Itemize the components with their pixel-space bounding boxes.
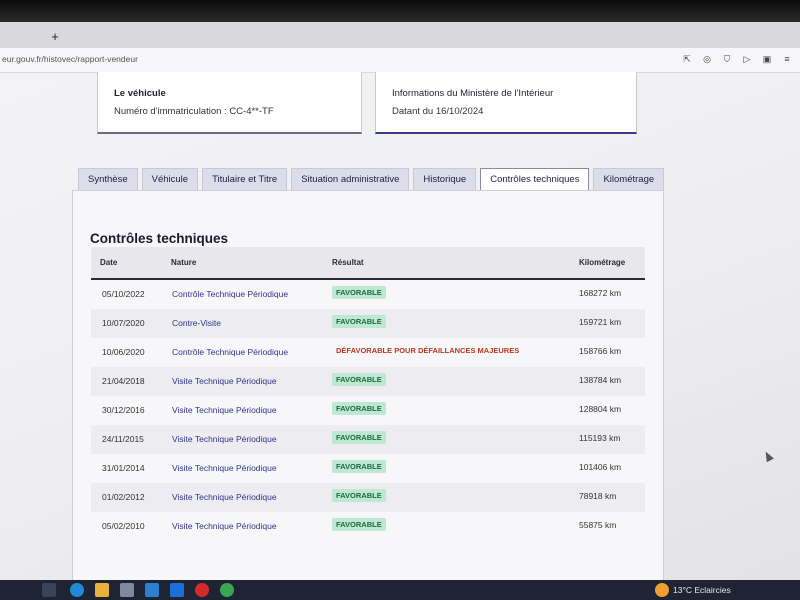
mail-icon[interactable] [145, 583, 159, 597]
cell-date: 21/04/2018 [102, 376, 145, 386]
table-header: Date Nature Résultat Kilométrage [91, 247, 645, 280]
vehicle-card-title: Le véhicule [114, 88, 166, 99]
result-badge: FAVORABLE [332, 315, 386, 328]
tab-historique[interactable]: Historique [413, 168, 477, 190]
table-row: 21/04/2018 Visite Technique Périodique FAV… [91, 367, 645, 396]
task-view-icon[interactable] [42, 583, 56, 597]
column-kilometrage: Kilométrage [579, 258, 626, 267]
table-row: 10/06/2020 Contrôle Technique Périodique D… [91, 338, 645, 367]
tab-titulaire[interactable]: Titulaire et Titre [202, 168, 288, 190]
column-resultat: Résultat [332, 258, 364, 267]
cell-kilometrage: 159721 km [579, 317, 622, 327]
vehicle-card: Le véhicule Numéro d'immatriculation : C… [97, 72, 362, 134]
tab-synthese[interactable]: Synthèse [78, 168, 138, 190]
cell-kilometrage: 101406 km [579, 462, 622, 472]
monitor-bezel [0, 0, 800, 22]
cell-kilometrage: 158766 km [579, 346, 622, 356]
result-badge: FAVORABLE [332, 518, 386, 531]
cell-date: 31/01/2014 [102, 463, 145, 473]
report-date: Datant du 16/10/2024 [392, 106, 484, 117]
result-badge: FAVORABLE [332, 286, 386, 299]
cell-kilometrage: 138784 km [579, 375, 622, 385]
controles-panel: Contrôles techniques Date Nature Résulta… [72, 190, 664, 587]
url-text[interactable]: eur.gouv.fr/histovec/rapport-vendeur [2, 54, 138, 64]
taskbar: 13°C Eclaircies [0, 580, 800, 600]
ministry-card-title: Informations du Ministère de l'Intérieur [392, 88, 554, 99]
cell-kilometrage: 168272 km [579, 288, 622, 298]
cell-nature: Visite Technique Périodique [172, 405, 277, 415]
tab-controles-techniques[interactable]: Contrôles techniques [480, 168, 590, 192]
result-badge: FAVORABLE [332, 489, 386, 502]
result-badge: FAVORABLE [332, 402, 386, 415]
ministry-card: Informations du Ministère de l'Intérieur… [375, 72, 637, 134]
pdf-icon[interactable]: ▣ [762, 54, 772, 65]
cell-nature: Visite Technique Périodique [172, 521, 277, 531]
store-icon[interactable] [120, 583, 134, 597]
share-icon[interactable]: ⇱ [682, 54, 692, 65]
tab-kilometrage[interactable]: Kilométrage [593, 168, 665, 190]
table-row: 31/01/2014 Visite Technique Périodique FAV… [91, 454, 645, 483]
table-row: 05/10/2022 Contrôle Technique Périodique F… [91, 280, 645, 309]
table-row: 05/02/2010 Visite Technique Périodique FAV… [91, 512, 645, 541]
cell-kilometrage: 115193 km [579, 433, 621, 443]
browser-tabstrip [0, 22, 800, 48]
file-explorer-icon[interactable] [95, 583, 109, 597]
cell-kilometrage: 55875 km [579, 520, 617, 530]
cell-kilometrage: 128804 km [579, 404, 622, 414]
panel-title: Contrôles techniques [90, 231, 229, 246]
tab-situation-administrative[interactable]: Situation administrative [291, 168, 410, 190]
result-badge: FAVORABLE [332, 460, 386, 473]
browser-toolbar: ⇱ ◎ ⛉ ▷ ▣ ≡ [682, 54, 792, 65]
result-badge: DÉFAVORABLE POUR DÉFAILLANCES MAJEURES [336, 346, 520, 355]
cell-date: 10/06/2020 [102, 347, 145, 357]
edge-icon[interactable] [70, 583, 84, 597]
camera-icon[interactable]: ◎ [702, 54, 712, 65]
column-date: Date [100, 258, 118, 267]
result-badge: FAVORABLE [332, 431, 386, 444]
cell-nature: Contrôle Technique Périodique [172, 289, 289, 299]
table-row: 30/12/2016 Visite Technique Périodique FAV… [91, 396, 645, 425]
cell-date: 10/07/2020 [102, 318, 145, 328]
cell-nature: Contrôle Technique Périodique [172, 347, 289, 357]
column-nature: Nature [171, 258, 197, 267]
shield-icon[interactable]: ⛉ [722, 54, 732, 65]
cell-kilometrage: 78918 km [579, 491, 617, 501]
cell-date: 30/12/2016 [102, 405, 145, 415]
weather-icon[interactable] [655, 583, 669, 597]
screen: + eur.gouv.fr/histovec/rapport-vendeur ⇱… [0, 0, 800, 600]
weather-text[interactable]: 13°C Eclaircies [673, 585, 731, 595]
cell-nature: Visite Technique Périodique [172, 492, 277, 502]
report-page: Le véhicule Numéro d'immatriculation : C… [0, 72, 800, 587]
opera-icon[interactable] [195, 583, 209, 597]
report-tabs: Synthèse Véhicule Titulaire et Titre Sit… [78, 168, 668, 192]
cell-nature: Visite Technique Périodique [172, 376, 277, 386]
cell-nature: Visite Technique Périodique [172, 434, 277, 444]
tab-vehicule[interactable]: Véhicule [141, 168, 199, 190]
cell-nature: Contre-Visite [172, 318, 221, 328]
chrome-icon[interactable] [220, 583, 234, 597]
table-row: 24/11/2015 Visite Technique Périodique FAV… [91, 425, 645, 454]
result-badge: FAVORABLE [332, 373, 386, 386]
cell-date: 05/10/2022 [102, 289, 145, 299]
registration-number: Numéro d'immatriculation : CC-4**-TF [114, 106, 274, 117]
table-row: 10/07/2020 Contre-Visite FAVORABLE 159721 k… [91, 309, 645, 338]
menu-icon[interactable]: ≡ [782, 54, 792, 65]
l-app-icon[interactable] [170, 583, 184, 597]
play-icon[interactable]: ▷ [742, 54, 752, 65]
cell-nature: Visite Technique Périodique [172, 463, 277, 473]
table-row: 01/02/2012 Visite Technique Périodique FAV… [91, 483, 645, 512]
cell-date: 05/02/2010 [102, 521, 145, 531]
cell-date: 01/02/2012 [102, 492, 145, 502]
cell-date: 24/11/2015 [102, 434, 144, 444]
new-tab-button[interactable]: + [48, 30, 62, 44]
